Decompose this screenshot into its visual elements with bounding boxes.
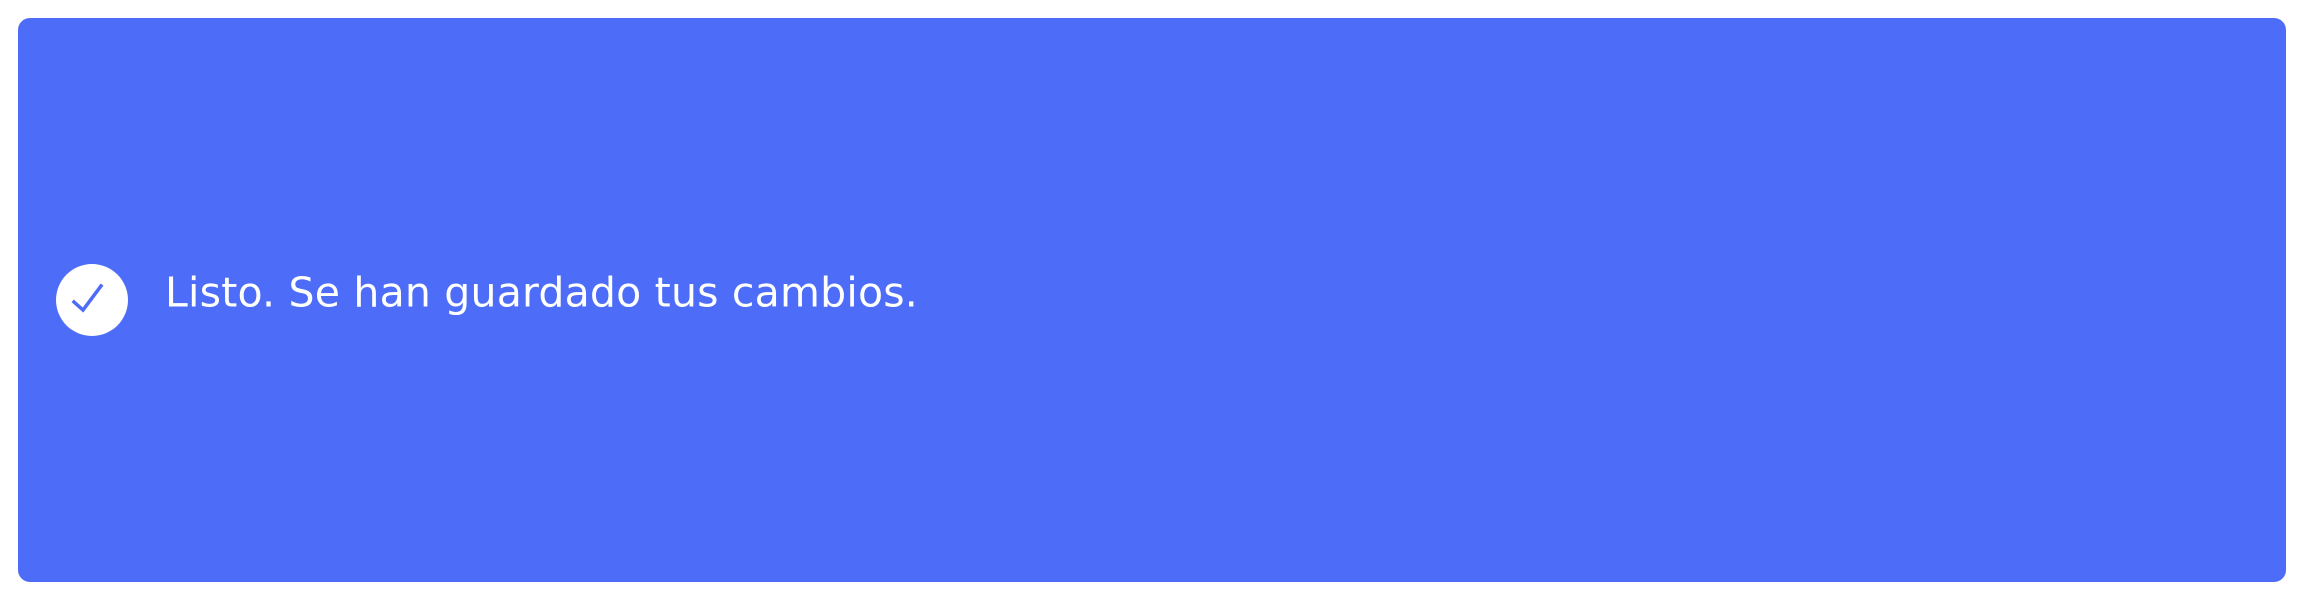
toast-message: Listo. Se han guardado tus cambios. <box>165 268 919 317</box>
check-circle-icon <box>56 264 128 336</box>
checkmark-path <box>71 283 104 313</box>
success-toast: Listo. Se han guardado tus cambios. <box>18 18 2286 582</box>
